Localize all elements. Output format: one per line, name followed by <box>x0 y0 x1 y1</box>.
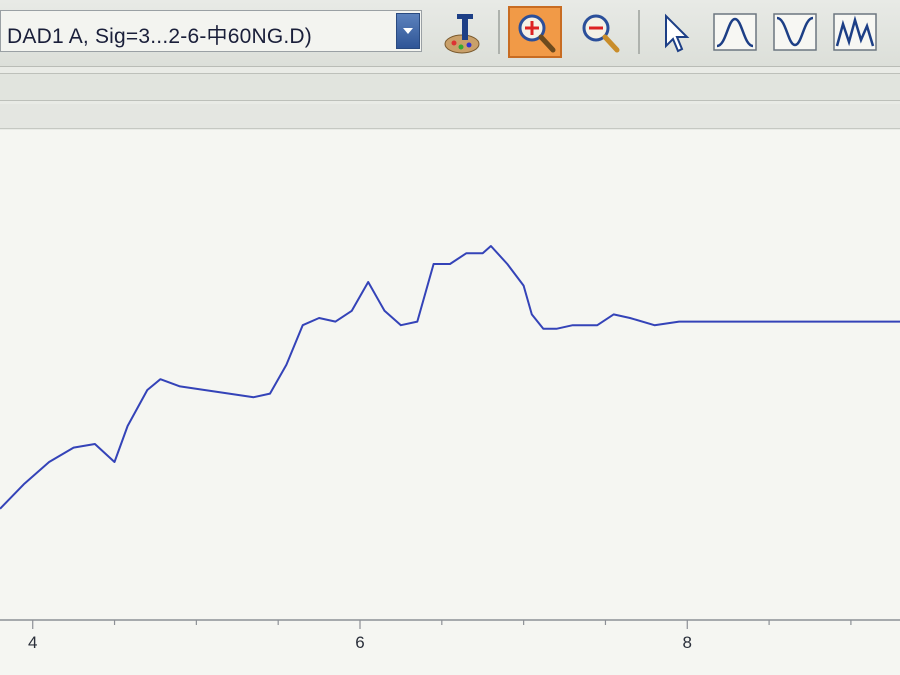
chart-marks: 4 6 8 <box>0 245 900 652</box>
select-tool[interactable] <box>650 6 704 58</box>
toolbar-separator <box>498 10 500 54</box>
signal-selector[interactable]: DAD1 A, Sig=3...2-6-中60NG.D) <box>0 10 422 52</box>
toolbar-strip <box>0 73 900 101</box>
annotate-tool[interactable] <box>436 6 490 58</box>
signal-dropdown-button[interactable] <box>396 13 420 49</box>
signal-selector-value: DAD1 A, Sig=3...2-6-中60NG.D) <box>7 25 312 48</box>
multi-peak-icon <box>833 13 877 51</box>
toolbar: DAD1 A, Sig=3...2-6-中60NG.D) <box>0 0 900 67</box>
zoom-in-icon <box>518 14 556 53</box>
peak-tool[interactable] <box>708 6 762 58</box>
valley-icon <box>773 13 817 51</box>
x-tick-label: 8 <box>683 633 692 652</box>
toolbar-separator <box>638 10 640 54</box>
chromatogram-plot[interactable]: 4 6 8 <box>0 130 900 675</box>
valley-tool[interactable] <box>768 6 822 58</box>
peak-icon <box>713 13 757 51</box>
zoom-out-tool[interactable] <box>574 6 628 58</box>
series-line-0 <box>0 245 900 510</box>
zoom-in-tool[interactable] <box>508 6 562 58</box>
cursor-arrow-icon <box>665 13 690 53</box>
x-tick-label: 4 <box>28 633 37 652</box>
multi-peak-tool[interactable] <box>828 6 882 58</box>
zoom-out-icon <box>582 14 620 53</box>
palette-text-icon <box>444 14 480 54</box>
chromatogram-chart: 4 6 8 <box>0 245 900 652</box>
x-tick-label: 6 <box>355 633 364 652</box>
chevron-down-icon <box>403 28 413 34</box>
panel-header-strip <box>0 104 900 129</box>
